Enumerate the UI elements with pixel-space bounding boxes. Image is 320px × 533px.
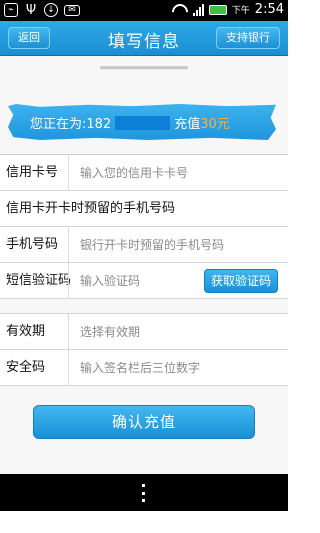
sms-code-row: 短信验证码 输入验证码 获取验证码 bbox=[0, 263, 288, 299]
reserved-phone-title-row: 信用卡开卡时预留的手机号码 bbox=[0, 191, 288, 227]
notification-icons: ⌁ Ψ ↓ ✉ bbox=[4, 3, 80, 17]
status-bar: ⌁ Ψ ↓ ✉ 下午 2:54 bbox=[0, 0, 288, 21]
main-content: 您正在为:182 充值 30元 信用卡号 输入您的信用卡卡号 信用卡开卡时预留的… bbox=[0, 56, 288, 474]
expiry-select[interactable]: 选择有效期 bbox=[80, 314, 140, 350]
divider bbox=[68, 263, 69, 299]
recharge-banner: 您正在为:182 充值 30元 bbox=[8, 104, 276, 140]
divider bbox=[68, 350, 69, 386]
masked-phone-number bbox=[115, 115, 171, 130]
get-code-button[interactable]: 获取验证码 bbox=[204, 269, 278, 293]
form-spacer bbox=[0, 299, 288, 314]
card-number-label: 信用卡号 bbox=[6, 165, 59, 180]
recharge-label: 充值 bbox=[174, 117, 201, 132]
expiry-label: 有效期 bbox=[6, 324, 46, 339]
phone-input[interactable]: 银行开卡时预留的手机号码 bbox=[80, 227, 224, 263]
download-icon: ↓ bbox=[44, 3, 58, 17]
recharge-amount: 30元 bbox=[200, 117, 230, 132]
security-code-row: 安全码 输入签名栏后三位数字 bbox=[0, 350, 288, 386]
sms-code-input[interactable]: 输入验证码 bbox=[80, 263, 140, 299]
system-status: 下午 2:54 bbox=[172, 2, 284, 17]
phone-row: 手机号码 银行开卡时预留的手机号码 bbox=[0, 227, 288, 263]
security-code-input[interactable]: 输入签名栏后三位数字 bbox=[80, 350, 200, 386]
card-number-row: 信用卡号 输入您的信用卡卡号 bbox=[0, 155, 288, 191]
status-time: 2:54 bbox=[254, 2, 284, 17]
overflow-menu-icon[interactable] bbox=[142, 484, 146, 502]
usb-icon: ⌁ bbox=[4, 3, 18, 17]
battery-icon bbox=[208, 4, 227, 15]
title-bar: 返回 填写信息 支持银行 bbox=[0, 21, 288, 56]
sms-code-label: 短信验证码 bbox=[6, 273, 72, 288]
recharge-phone-prefix: 您正在为:182 bbox=[30, 117, 112, 132]
status-ampm: 下午 bbox=[231, 6, 250, 16]
recharge-summary: 您正在为:182 充值 30元 bbox=[30, 113, 230, 132]
phone-label: 手机号码 bbox=[6, 237, 59, 252]
system-nav-bar bbox=[0, 474, 288, 511]
divider bbox=[68, 227, 69, 263]
expiry-row: 有效期 选择有效期 bbox=[0, 314, 288, 350]
card-number-input[interactable]: 输入您的信用卡卡号 bbox=[80, 155, 188, 191]
supported-banks-button[interactable]: 支持银行 bbox=[216, 27, 280, 49]
reserved-phone-title: 信用卡开卡时预留的手机号码 bbox=[6, 201, 176, 216]
mail-icon: ✉ bbox=[64, 5, 80, 16]
divider bbox=[68, 155, 69, 191]
drawer-handle[interactable] bbox=[100, 66, 188, 70]
signal-icon bbox=[192, 3, 204, 16]
antenna-icon: Ψ bbox=[25, 2, 37, 18]
confirm-recharge-button[interactable]: 确认充值 bbox=[33, 405, 255, 439]
divider bbox=[68, 314, 69, 350]
wifi-icon bbox=[172, 4, 188, 16]
payment-form: 信用卡号 输入您的信用卡卡号 信用卡开卡时预留的手机号码 手机号码 银行开卡时预… bbox=[0, 154, 288, 386]
security-code-label: 安全码 bbox=[6, 360, 46, 375]
